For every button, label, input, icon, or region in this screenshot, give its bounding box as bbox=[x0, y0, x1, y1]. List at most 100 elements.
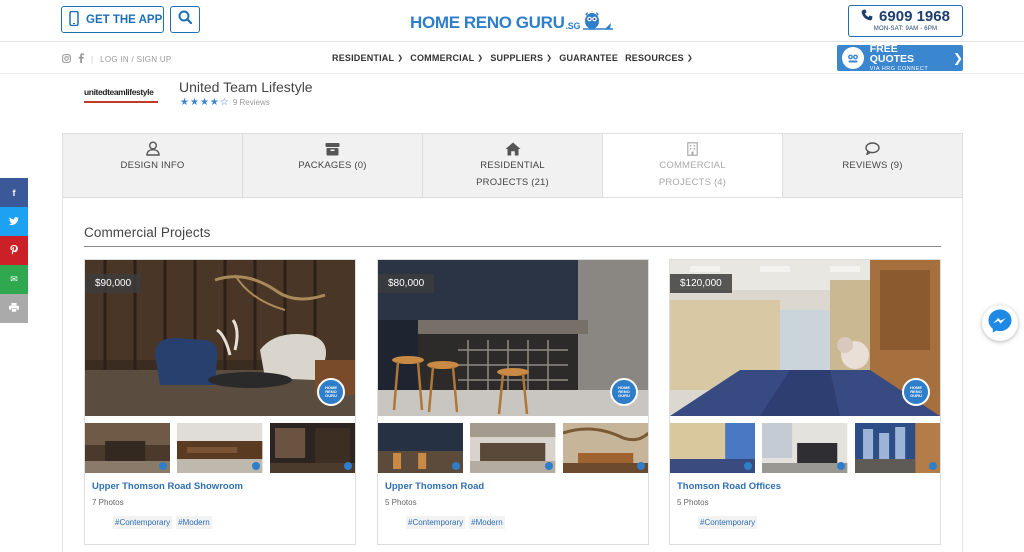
share-twitter-button[interactable] bbox=[0, 207, 28, 236]
free-quotes-button[interactable]: FREE QUOTES VIA HRG CONNECT ❯ bbox=[837, 44, 963, 71]
project-photo-count: 5 Photos bbox=[677, 498, 709, 507]
tab-commercial-projects[interactable]: COMMERCIAL PROJECTS (4) bbox=[603, 134, 783, 197]
project-tag[interactable]: #Contemporary bbox=[698, 516, 758, 529]
project-thumbnail[interactable] bbox=[762, 423, 848, 473]
tab-label: REVIEWS (9) bbox=[842, 160, 903, 171]
search-icon bbox=[178, 10, 193, 29]
company-logo-text: unitedteamlifestyle bbox=[84, 86, 154, 97]
hrg-badge-icon bbox=[636, 462, 645, 470]
project-tags: #Contemporary #Modern bbox=[406, 516, 505, 529]
project-thumbnails bbox=[85, 423, 355, 473]
tab-reviews[interactable]: REVIEWS (9) bbox=[783, 134, 962, 197]
owl-logo-icon bbox=[583, 11, 614, 36]
email-icon: ✉ bbox=[10, 274, 18, 284]
profile-tabs: DESIGN INFO PACKAGES (0) RESIDENTIAL PRO… bbox=[62, 133, 963, 198]
login-signup-link[interactable]: LOG IN / SIGN UP bbox=[100, 55, 171, 64]
company-name: United Team Lifestyle bbox=[179, 79, 313, 95]
box-icon bbox=[325, 140, 340, 157]
project-thumbnail[interactable] bbox=[378, 423, 464, 473]
project-tags: #Contemporary bbox=[698, 516, 758, 529]
logo-home: HOME bbox=[410, 13, 460, 32]
tab-residential-projects[interactable]: RESIDENTIAL PROJECTS (21) bbox=[423, 134, 603, 197]
search-button[interactable] bbox=[170, 6, 200, 33]
tab-label: DESIGN INFO bbox=[120, 160, 185, 171]
site-logo[interactable]: HOME RENO GURU .SG bbox=[410, 11, 614, 36]
share-sidebar: f ✉ bbox=[0, 178, 28, 323]
project-main-photo[interactable]: $80,000 HOME RENO GURU bbox=[378, 260, 648, 416]
building-icon bbox=[687, 140, 698, 157]
hrg-badge-icon: HOME RENO GURU bbox=[610, 378, 638, 406]
project-thumbnail[interactable] bbox=[177, 423, 263, 473]
nav-bar: | LOG IN / SIGN UP RESIDENTIAL ❯ COMMERC… bbox=[0, 42, 1024, 74]
facebook-icon: f bbox=[12, 187, 16, 198]
hrg-connect-icon bbox=[842, 47, 864, 69]
project-price: $80,000 bbox=[378, 274, 435, 293]
tab-label: COMMERCIAL bbox=[659, 160, 726, 171]
share-print-button[interactable] bbox=[0, 294, 28, 323]
project-card[interactable]: $90,000 HOME RENO GURU Upper Thomson Roa… bbox=[84, 259, 356, 545]
pinterest-icon bbox=[10, 244, 18, 257]
project-title[interactable]: Thomson Road Offices bbox=[677, 481, 781, 492]
hrg-badge-icon: HOME RENO GURU bbox=[317, 378, 345, 406]
project-tag[interactable]: #Contemporary bbox=[406, 516, 466, 529]
logo-guru: GURU bbox=[515, 13, 565, 32]
project-card[interactable]: $80,000 HOME RENO GURU Upper Thomson Roa… bbox=[377, 259, 649, 545]
star-empty-icon: ☆ bbox=[219, 97, 229, 108]
project-tag[interactable]: #Modern bbox=[176, 516, 212, 529]
menu-item-suppliers[interactable]: SUPPLIERS ❯ bbox=[490, 53, 552, 63]
home-icon bbox=[505, 140, 521, 157]
share-pinterest-button[interactable] bbox=[0, 236, 28, 265]
project-tag[interactable]: #Modern bbox=[469, 516, 505, 529]
top-bar: GET THE APP HOME RENO GURU .SG 6909 1968… bbox=[0, 0, 1024, 42]
phone-hours: MON-SAT: 9AM - 6PM bbox=[873, 26, 938, 32]
logo-suffix: .SG bbox=[565, 21, 581, 31]
project-thumbnail[interactable] bbox=[269, 423, 355, 473]
project-main-photo[interactable]: $120,000 HOME RENO GURU bbox=[670, 260, 940, 416]
messenger-chat-button[interactable] bbox=[982, 305, 1018, 341]
project-tags: #Contemporary #Modern bbox=[113, 516, 212, 529]
reviews-count[interactable]: 9 Reviews bbox=[233, 98, 270, 107]
menu-item-label: RESIDENTIAL bbox=[332, 53, 395, 63]
menu-item-guarantee[interactable]: GUARANTEE bbox=[559, 53, 618, 63]
project-price: $120,000 bbox=[670, 274, 732, 293]
star-filled-icon: ★ bbox=[209, 97, 219, 108]
get-the-app-label: GET THE APP bbox=[86, 13, 163, 26]
project-thumbnail[interactable] bbox=[470, 423, 556, 473]
tab-packages[interactable]: PACKAGES (0) bbox=[243, 134, 423, 197]
menu-item-label: RESOURCES bbox=[625, 53, 684, 63]
share-facebook-button[interactable]: f bbox=[0, 178, 28, 207]
star-filled-icon: ★ bbox=[199, 97, 209, 108]
project-photo-count: 5 Photos bbox=[385, 498, 417, 507]
project-title[interactable]: Upper Thomson Road bbox=[385, 481, 484, 492]
phone-device-icon bbox=[69, 10, 79, 29]
hrg-badge-icon: HOME RENO GURU bbox=[902, 378, 930, 406]
social-links: | LOG IN / SIGN UP bbox=[62, 53, 172, 65]
project-thumbnail[interactable] bbox=[562, 423, 648, 473]
twitter-icon bbox=[9, 216, 19, 227]
comment-icon bbox=[865, 140, 880, 157]
star-filled-icon: ★ bbox=[180, 97, 189, 108]
project-price: $90,000 bbox=[85, 274, 142, 293]
main-menu: RESIDENTIAL ❯ COMMERCIAL ❯ SUPPLIERS ❯ G… bbox=[332, 53, 693, 63]
project-title[interactable]: Upper Thomson Road Showroom bbox=[92, 481, 243, 492]
project-thumbnail[interactable] bbox=[854, 423, 940, 473]
menu-item-residential[interactable]: RESIDENTIAL ❯ bbox=[332, 53, 403, 63]
project-thumbnail[interactable] bbox=[670, 423, 756, 473]
phone-contact-box[interactable]: 6909 1968 MON-SAT: 9AM - 6PM bbox=[848, 5, 963, 37]
project-tag[interactable]: #Contemporary bbox=[113, 516, 173, 529]
menu-item-resources[interactable]: RESOURCES ❯ bbox=[625, 53, 693, 63]
instagram-icon[interactable] bbox=[62, 53, 71, 65]
chevron-down-icon: ❯ bbox=[477, 55, 484, 62]
project-main-photo[interactable]: $90,000 HOME RENO GURU bbox=[85, 260, 355, 416]
project-card[interactable]: $120,000 HOME RENO GURU Thomson Road Off… bbox=[669, 259, 941, 545]
share-email-button[interactable]: ✉ bbox=[0, 265, 28, 294]
get-the-app-button[interactable]: GET THE APP bbox=[61, 6, 164, 33]
project-photo-count: 7 Photos bbox=[92, 498, 124, 507]
phone-number: 6909 1968 bbox=[879, 8, 950, 25]
tab-design-info[interactable]: DESIGN INFO bbox=[63, 134, 243, 197]
menu-item-commercial[interactable]: COMMERCIAL ❯ bbox=[410, 53, 483, 63]
section-title: Commercial Projects bbox=[84, 225, 211, 240]
project-thumbnail[interactable] bbox=[85, 423, 171, 473]
project-thumbnails bbox=[378, 423, 648, 473]
facebook-icon[interactable] bbox=[78, 53, 84, 65]
